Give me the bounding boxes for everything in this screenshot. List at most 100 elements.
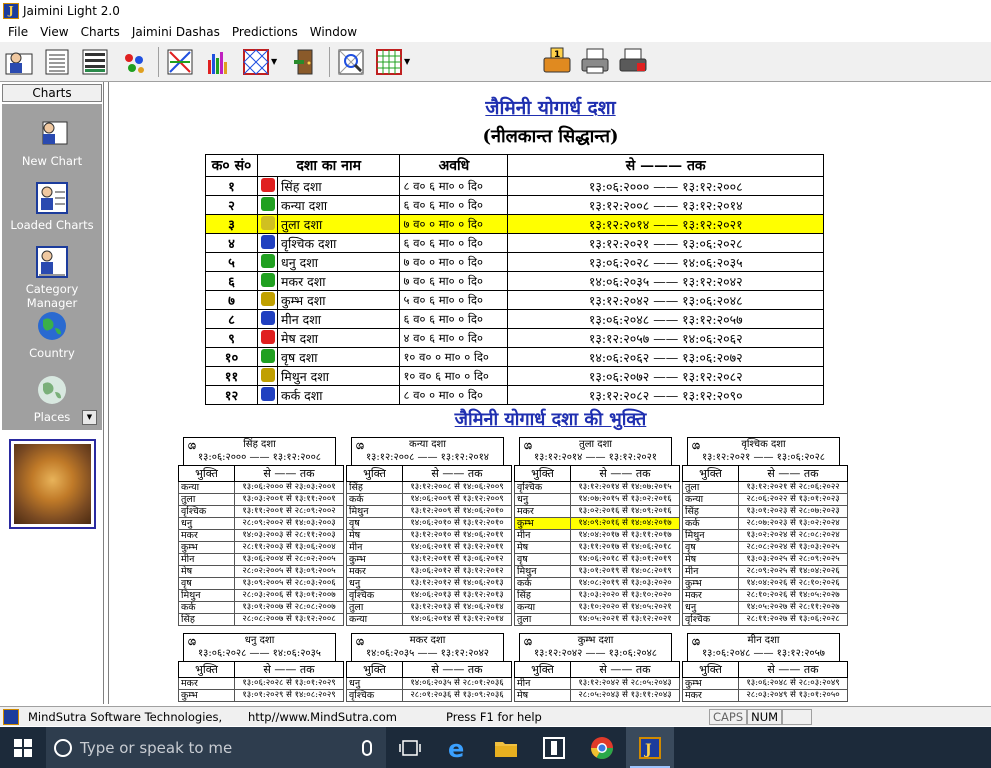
sidebar-scroll-down-button[interactable]: ▼ <box>82 410 97 425</box>
bhukti-row[interactable]: वृश्चिक १४:०६:२०१३ से १३:१२:२०१३ <box>346 589 512 602</box>
bhukti-row[interactable]: वृष २८:०८:२०२४ से १३:०३:२०२५ <box>682 541 848 554</box>
sidebar-item-category-manager[interactable]: Category Manager <box>2 246 102 310</box>
dasha-row[interactable]: ११ मिथुन दशा १० व० ६ मा० ० दि० १३:०६:२०७२ —… <box>205 366 824 386</box>
bhukti-row[interactable]: मकर २८:१०:२०२६ से १४:०५:२०२७ <box>682 589 848 602</box>
bhukti-row[interactable]: मीन १४:०४:२०१७ से १३:११:२०१७ <box>514 529 680 542</box>
dasha-row[interactable]: २ कन्या दशा ६ व० ६ मा० ० दि० १३:१२:२००८ —— … <box>205 195 824 215</box>
dasha-row[interactable]: ८ मीन दशा ६ व० ६ मा० ० दि० १३:०६:२०४८ —— १३… <box>205 309 824 329</box>
bhukti-row[interactable]: मकर १४:०३:२००३ से २८:११:२००३ <box>178 529 344 542</box>
bhukti-row[interactable]: धनु २८:०९:२००२ से १४:०३:२००३ <box>178 517 344 530</box>
bhukti-row[interactable]: मिथुन १३:१२:२००९ से १४:०६:२०१० <box>346 505 512 518</box>
bhukti-row[interactable]: कुम्भ १३:१२:२०११ से १३:०६:२०१२ <box>346 553 512 566</box>
bhukti-row[interactable]: मिथुन १३:०१:२०१९ से १४:०८:२०१९ <box>514 565 680 578</box>
bhukti-row[interactable]: मीन १३:१२:२०४२ से २८:०५:२०४३ <box>514 677 680 690</box>
bhukti-row[interactable]: कर्क १३:०१:२००७ से २८:०८:२००७ <box>178 601 344 614</box>
bhukti-row[interactable]: मेष १३:११:२०१७ से १४:०६:२०१८ <box>514 541 680 554</box>
bhukti-row[interactable]: कुम्भ १३:०६:२०४८ से २८:०३:२०४९ <box>682 677 848 690</box>
bhukti-row[interactable]: धनु १४:०६:२०३५ से २८:०१:२०३६ <box>346 677 512 690</box>
bhukti-row[interactable]: मिथुन १३:०२:२०२४ से २८:०८:२०२४ <box>682 529 848 542</box>
sidebar-item-new-chart[interactable]: New Chart <box>2 118 102 168</box>
bhukti-row[interactable]: वृश्चिक २८:११:२०२७ से १३:०६:२०२८ <box>682 613 848 626</box>
table-report-button[interactable] <box>78 45 112 79</box>
bhukti-row[interactable]: मीन २८:०९:२०२५ से १४:०४:२०२६ <box>682 565 848 578</box>
taskbar-file-explorer[interactable] <box>482 727 530 768</box>
aspects-button[interactable] <box>163 45 197 79</box>
menu-window[interactable]: Window <box>304 25 363 39</box>
bhukti-row[interactable]: मकर २८:०३:२०४९ से १३:०१:२०५० <box>682 689 848 702</box>
planets-button[interactable] <box>116 45 150 79</box>
dasha-row[interactable]: ७ कुम्भ दशा ५ व० ६ मा० ० दि० १३:१२:२०४२ —— … <box>205 290 824 310</box>
task-view-button[interactable] <box>386 727 434 768</box>
bhukti-row[interactable]: सिंह १३:०१:२०२३ से २८:०७:२०२३ <box>682 505 848 518</box>
bhukti-row[interactable]: वृष १४:०६:२०१८ से १३:०१:२०१९ <box>514 553 680 566</box>
dasha-row[interactable]: ४ वृश्चिक दशा ६ व० ६ मा० ० दि० १३:१२:२०२१ —… <box>205 233 824 253</box>
bhukti-row[interactable]: मिथुन २८:०३:२००६ से १३:०१:२००७ <box>178 589 344 602</box>
microphone-icon[interactable] <box>362 739 372 756</box>
bhukti-row[interactable]: सिंह २८:०८:२००७ से १३:१२:२००८ <box>178 613 344 626</box>
dasha-row[interactable]: ३ तुला दशा ७ व० ० मा० ० दि० १३:१२:२०१४ —— १… <box>205 214 824 234</box>
bar-graph-button[interactable] <box>201 45 235 79</box>
sidebar-header[interactable]: Charts <box>2 84 102 102</box>
bhukti-row[interactable]: वृष १४:०६:२०१० से १३:१२:२०१० <box>346 517 512 530</box>
taskbar-app-box[interactable] <box>530 727 578 768</box>
bhukti-row[interactable]: सिंह १३:०३:२०२० से १३:१०:२०२० <box>514 589 680 602</box>
south-chart-button[interactable] <box>372 45 406 79</box>
dasha-row[interactable]: १० वृष दशा १० व० ० मा० ० दि० १४:०६:२०६२ —— … <box>205 347 824 367</box>
bhukti-row[interactable]: कर्क १४:०६:२००९ से १३:१२:२००९ <box>346 493 512 506</box>
bhukti-row[interactable]: वृष १३:०९:२००५ से २८:०३:२००६ <box>178 577 344 590</box>
sidebar-item-loaded-charts[interactable]: Loaded Charts <box>2 182 102 232</box>
bhukti-row[interactable]: तुला १३:०३:२००१ से १३:११:२००१ <box>178 493 344 506</box>
new-chart-tool-button[interactable] <box>2 45 36 79</box>
dasha-row[interactable]: ५ धनु दशा ७ व० ० मा० ० दि० १३:०६:२०२८ —— १४… <box>205 252 824 272</box>
bhukti-row[interactable]: वृश्चिक १३:१२:२०१४ से १४:०७:२०१५ <box>514 481 680 494</box>
menu-view[interactable]: View <box>34 25 74 39</box>
bhukti-row[interactable]: कुम्भ २८:११:२००३ से १३:०६:२००४ <box>178 541 344 554</box>
bhukti-row[interactable]: मेष १३:१२:२०१० से १४:०६:२०११ <box>346 529 512 542</box>
taskbar-search-box[interactable]: Type or speak to me <box>46 727 386 768</box>
bhukti-row[interactable]: वृश्चिक २८:०१:२०३६ से १३:०९:२०३६ <box>346 689 512 702</box>
bhukti-row[interactable]: मेष २८:०५:२०४३ से १३:११:२०४३ <box>514 689 680 702</box>
bhukti-row[interactable]: तुला १३:१२:२०१३ से १४:०६:२०१४ <box>346 601 512 614</box>
menu-predictions[interactable]: Predictions <box>226 25 304 39</box>
bhukti-row[interactable]: मकर १३:०६:२०२८ से १३:०१:२०२९ <box>178 677 344 690</box>
print-button[interactable] <box>578 45 612 79</box>
bhukti-row[interactable]: धनु १४:०७:२०१५ से १३:०२:२०१६ <box>514 493 680 506</box>
bhukti-row[interactable]: कर्क १४:०८:२०१९ से १३:०३:२०२० <box>514 577 680 590</box>
start-button[interactable] <box>0 727 46 768</box>
menu-jaimini-dashas[interactable]: Jaimini Dashas <box>126 25 226 39</box>
dasha-row[interactable]: १२ कर्क दशा ८ व० ० मा० ० दि० १३:१२:२०८२ —— … <box>205 385 824 405</box>
bhukti-row[interactable]: मेष २८:०२:२००५ से १३:०९:२००५ <box>178 565 344 578</box>
exit-button[interactable] <box>287 45 321 79</box>
bhukti-row[interactable]: कन्या १३:१०:२०२० से १४:०५:२०२१ <box>514 601 680 614</box>
bhukti-row[interactable]: कुम्भ १४:०४:२०२६ से २८:१०:२०२६ <box>682 577 848 590</box>
menu-charts[interactable]: Charts <box>75 25 126 39</box>
print-one-button[interactable]: 1 <box>540 45 574 79</box>
bhukti-row[interactable]: धनु १३:१२:२०१२ से १४:०६:२०१३ <box>346 577 512 590</box>
bhukti-row[interactable]: कन्या १३:०६:२००० से २३:०३:२००१ <box>178 481 344 494</box>
bhukti-row[interactable]: कर्क २८:०७:२०२३ से १३:०२:२०२४ <box>682 517 848 530</box>
text-report-button[interactable] <box>40 45 74 79</box>
bhukti-row[interactable]: धनु १४:०५:२०२७ से २८:११:२०२७ <box>682 601 848 614</box>
bhukti-row[interactable]: तुला १४:०५:२०२१ से १३:१२:२०२१ <box>514 613 680 626</box>
dasha-row[interactable]: १ सिंह दशा ८ व० ६ मा० ० दि० १३:०६:२००० —— १… <box>205 176 824 196</box>
taskbar-jaimini-light[interactable]: J <box>626 727 674 768</box>
bhukti-row[interactable]: मकर १३:०६:२०१२ से १३:१२:२०१२ <box>346 565 512 578</box>
dasha-row[interactable]: ९ मेष दशा ४ व० ६ मा० ० दि० १३:१२:२०५७ —— १४… <box>205 328 824 348</box>
bhukti-row[interactable]: कुम्भ १४:०९:२०१६ से १४:०४:२०१७ <box>514 517 680 530</box>
bhukti-row[interactable]: मीन १४:०६:२०११ से १३:१२:२०११ <box>346 541 512 554</box>
print-setup-button[interactable] <box>616 45 650 79</box>
bhukti-row[interactable]: वृश्चिक १३:११:२००१ से २८:०९:२००२ <box>178 505 344 518</box>
bhukti-row[interactable]: मकर १३:०२:२०१६ से १४:०९:२०१६ <box>514 505 680 518</box>
zoom-chart-button[interactable] <box>334 45 368 79</box>
taskbar-edge[interactable]: e <box>434 727 482 768</box>
bhukti-row[interactable]: कन्या १४:०६:२०१४ से १३:१२:२०१४ <box>346 613 512 626</box>
dasha-row[interactable]: ६ मकर दशा ७ व० ६ मा० ० दि० १४:०६:२०३५ —— १३… <box>205 271 824 291</box>
taskbar-chrome[interactable] <box>578 727 626 768</box>
bhukti-row[interactable]: कन्या २८:०६:२०२२ से १३:०१:२०२३ <box>682 493 848 506</box>
bhukti-row[interactable]: तुला १३:१२:२०२१ से २८:०६:२०२२ <box>682 481 848 494</box>
bhukti-row[interactable]: मीन १३:०६:२००४ से २८:०२:२००५ <box>178 553 344 566</box>
chart-diamond-button[interactable] <box>239 45 273 79</box>
sidebar-item-country[interactable]: Country <box>2 310 102 360</box>
menu-file[interactable]: File <box>2 25 34 39</box>
bhukti-row[interactable]: कुम्भ १३:०१:२०२९ से १४:०८:२०२९ <box>178 689 344 702</box>
